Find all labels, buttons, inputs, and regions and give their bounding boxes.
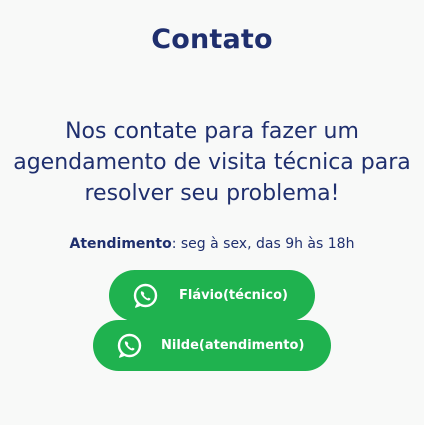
hours-label: Atendimento <box>69 236 172 252</box>
business-hours: Atendimento: seg à sex, das 9h às 18h <box>0 236 424 252</box>
whatsapp-icon <box>115 332 143 360</box>
hours-value: : seg à sex, das 9h às 18h <box>171 236 355 252</box>
whatsapp-icon <box>131 282 159 310</box>
whatsapp-flavio-label: Flávio(técnico) <box>179 288 288 303</box>
page-title: Contato <box>151 24 273 55</box>
contact-section: Contato Nos contate para fazer um agenda… <box>0 0 424 425</box>
lead-line: resolver seu problema! <box>84 181 340 206</box>
whatsapp-nilde-button[interactable]: Nilde(atendimento) <box>93 320 331 371</box>
whatsapp-flavio-button[interactable]: Flávio(técnico) <box>109 270 315 321</box>
whatsapp-nilde-label: Nilde(atendimento) <box>161 338 305 353</box>
lead-line: Nos contate para fazer um <box>65 119 359 144</box>
contact-lead-text: Nos contate para fazer um agendamento de… <box>0 116 424 209</box>
lead-line: agendamento de visita técnica para <box>13 150 411 175</box>
